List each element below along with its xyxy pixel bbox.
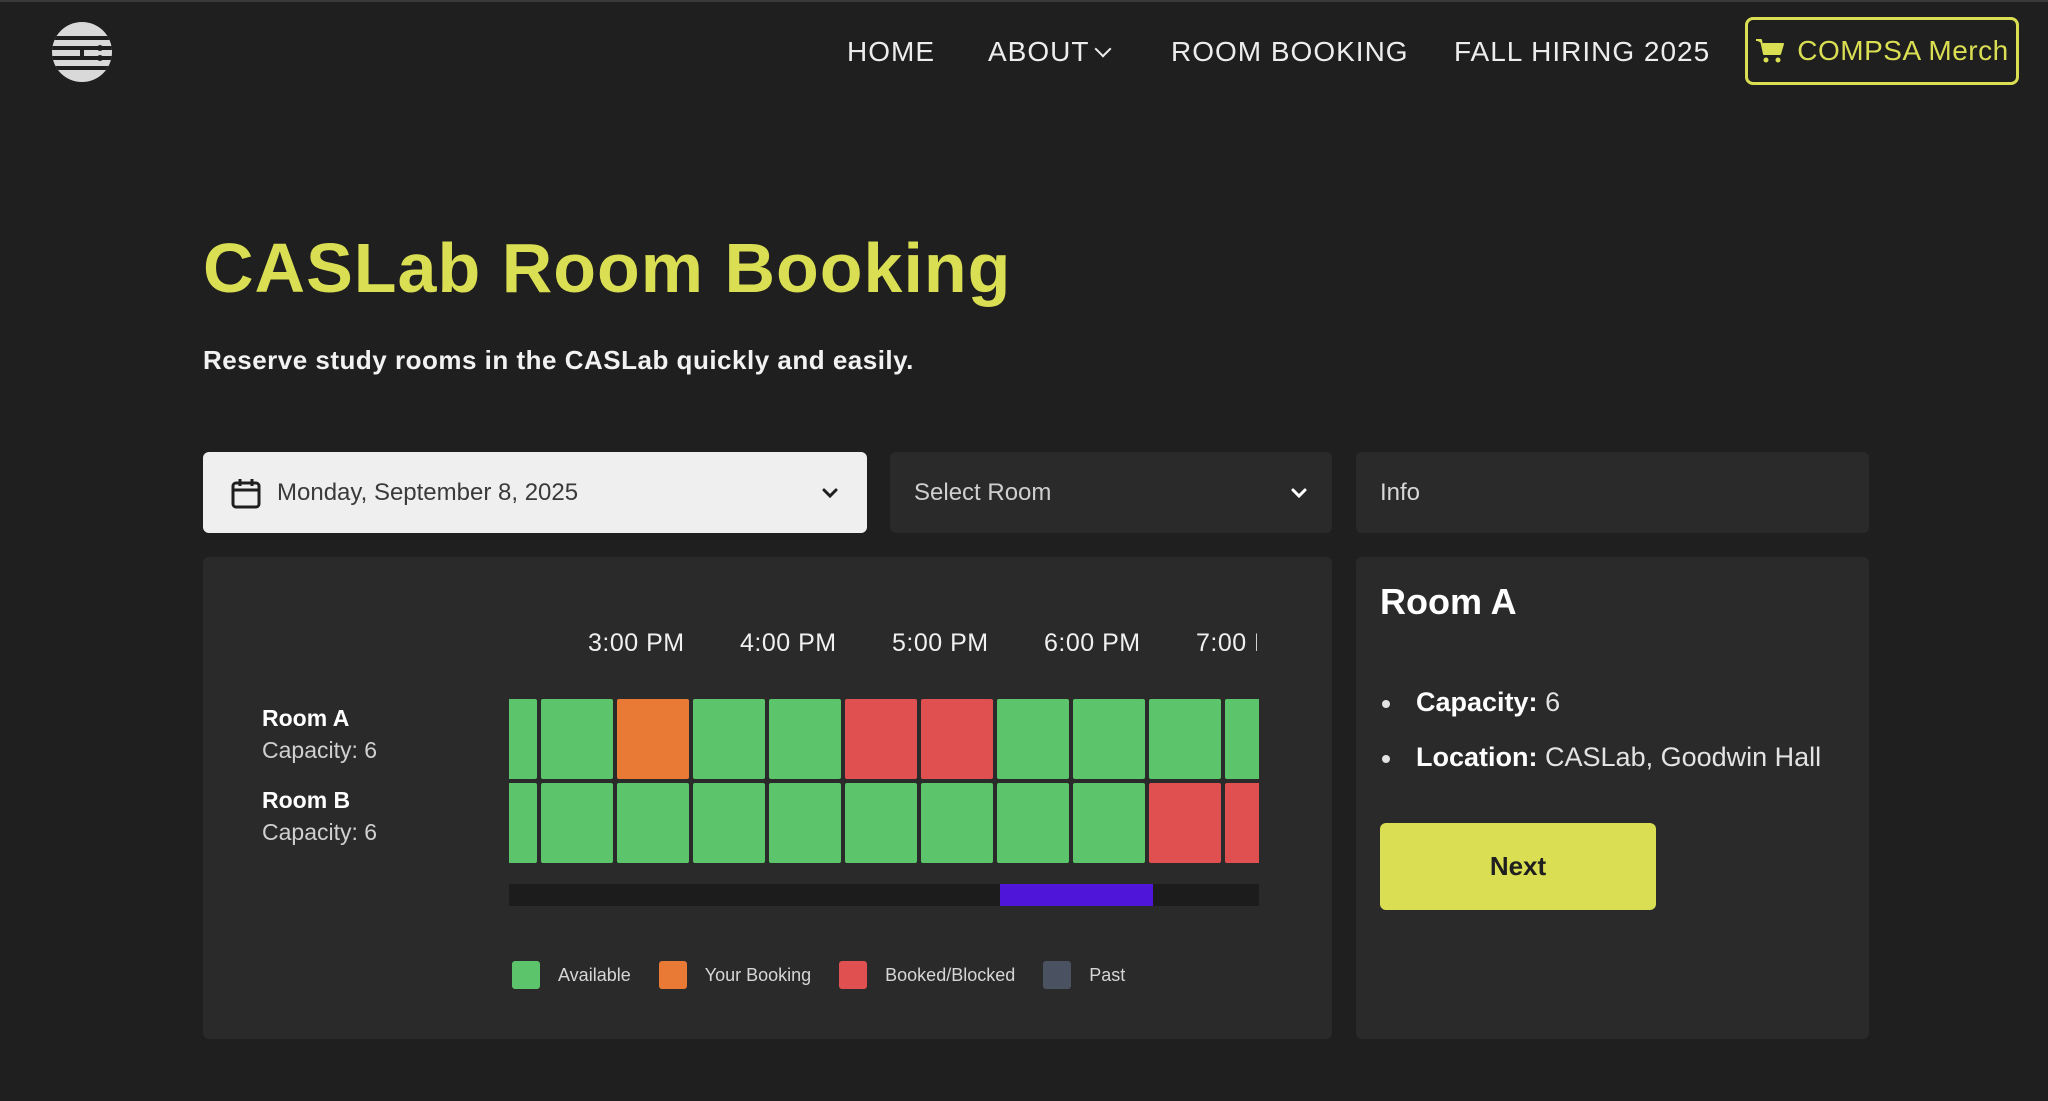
time-label: 5:00 PM <box>892 629 989 657</box>
time-slot-available[interactable] <box>1073 783 1145 863</box>
info-capacity: Capacity: 6 <box>1380 687 1821 718</box>
legend-swatch <box>1043 961 1072 989</box>
nav-fall-hiring[interactable]: FALL HIRING 2025 <box>1454 36 1710 68</box>
nav-about[interactable]: ABOUT <box>988 36 1112 68</box>
time-slot-available[interactable] <box>509 699 537 779</box>
compsa-logo[interactable] <box>52 22 112 82</box>
nav-about-label: ABOUT <box>988 36 1090 67</box>
legend-label: Past <box>1089 964 1126 985</box>
info-location: Location: CASLab, Goodwin Hall <box>1380 742 1821 773</box>
capacity-value: 6 <box>1545 687 1561 717</box>
time-label: 4:00 PM <box>740 629 837 657</box>
room-b-name: Room B <box>262 787 351 813</box>
room-b-capacity: Capacity: 6 <box>262 819 378 845</box>
calendar-icon <box>231 478 261 508</box>
legend-swatch <box>512 961 540 989</box>
date-picker[interactable]: Monday, September 8, 2025 <box>203 452 867 533</box>
slot-grid <box>509 699 1259 863</box>
time-slot-available[interactable] <box>997 699 1069 779</box>
time-header: 3:00 PM4:00 PM5:00 PM6:00 PM7:00 PM8:00 … <box>509 629 1257 665</box>
info-panel: Room A Capacity: 6 Location: CASLab, Goo… <box>1356 557 1869 1039</box>
time-slot-available[interactable] <box>693 699 765 779</box>
time-slot-available[interactable] <box>921 783 993 863</box>
schedule-panel: 3:00 PM4:00 PM5:00 PM6:00 PM7:00 PM8:00 … <box>203 557 1332 1039</box>
time-slot-available[interactable] <box>769 699 841 779</box>
room-select-placeholder: Select Room <box>914 478 1052 506</box>
location-key: Location: <box>1416 742 1538 772</box>
room-select[interactable]: Select Room <box>890 452 1332 533</box>
cart-icon <box>1756 39 1785 63</box>
time-slot-your <box>617 699 689 779</box>
scrollbar-thumb[interactable] <box>1000 884 1153 906</box>
time-slot-available[interactable] <box>1225 699 1259 779</box>
chevron-down-icon <box>1291 488 1307 498</box>
date-value: Monday, September 8, 2025 <box>277 478 579 506</box>
location-value: CASLab, Goodwin Hall <box>1545 742 1822 772</box>
time-label: 7:00 PM <box>1196 629 1257 657</box>
merch-label: COMPSA Merch <box>1797 35 2009 66</box>
time-slot-available[interactable] <box>997 783 1069 863</box>
schedule-scrollbar[interactable] <box>509 884 1259 906</box>
info-tab[interactable]: Info <box>1356 452 1869 533</box>
page-title: CASLab Room Booking <box>203 229 1012 307</box>
nav-room-booking[interactable]: ROOM BOOKING <box>1171 36 1409 68</box>
legend-item-past: Past <box>1043 961 1125 989</box>
room-a-label: Room A Capacity: 6 <box>262 705 377 764</box>
time-slot-available[interactable] <box>845 783 917 863</box>
time-label: 6:00 PM <box>1044 629 1141 657</box>
legend-label: Available <box>558 964 631 985</box>
time-slot-available[interactable] <box>769 783 841 863</box>
nav-home[interactable]: HOME <box>847 36 935 68</box>
time-slot-booked <box>921 699 993 779</box>
capacity-key: Capacity: <box>1416 687 1538 717</box>
time-slot-available[interactable] <box>1073 699 1145 779</box>
time-slot-booked <box>845 699 917 779</box>
room-b-label: Room B Capacity: 6 <box>262 787 377 846</box>
time-slot-booked <box>1149 783 1221 863</box>
time-slot-available[interactable] <box>541 699 613 779</box>
time-slot-booked <box>1225 783 1259 863</box>
time-slot-available[interactable] <box>509 783 537 863</box>
merch-button[interactable]: COMPSA Merch <box>1745 17 2019 85</box>
room-a-name: Room A <box>262 705 350 731</box>
info-details: Capacity: 6 Location: CASLab, Goodwin Ha… <box>1380 687 1821 797</box>
top-border <box>0 0 2048 2</box>
chevron-down-icon <box>1094 40 1112 58</box>
legend-swatch <box>839 961 868 989</box>
legend-item-available: Available <box>512 961 631 989</box>
legend: Available Your Booking Booked/Blocked Past <box>512 961 1153 989</box>
room-a-capacity: Capacity: 6 <box>262 737 378 763</box>
time-slot-available[interactable] <box>617 783 689 863</box>
legend-label: Your Booking <box>704 964 812 985</box>
time-slot-available[interactable] <box>693 783 765 863</box>
legend-item-booked: Booked/Blocked <box>839 961 1015 989</box>
page-subtitle: Reserve study rooms in the CASLab quickl… <box>203 345 914 375</box>
time-slot-available[interactable] <box>541 783 613 863</box>
logo-icon <box>52 36 112 70</box>
time-slot-available[interactable] <box>1149 699 1221 779</box>
legend-label: Booked/Blocked <box>885 964 1016 985</box>
chevron-down-icon <box>822 488 838 498</box>
next-button[interactable]: Next <box>1380 823 1656 910</box>
info-room-title: Room A <box>1380 581 1517 622</box>
legend-swatch <box>658 961 687 989</box>
time-label: 3:00 PM <box>588 629 685 657</box>
legend-item-your: Your Booking <box>658 961 812 989</box>
